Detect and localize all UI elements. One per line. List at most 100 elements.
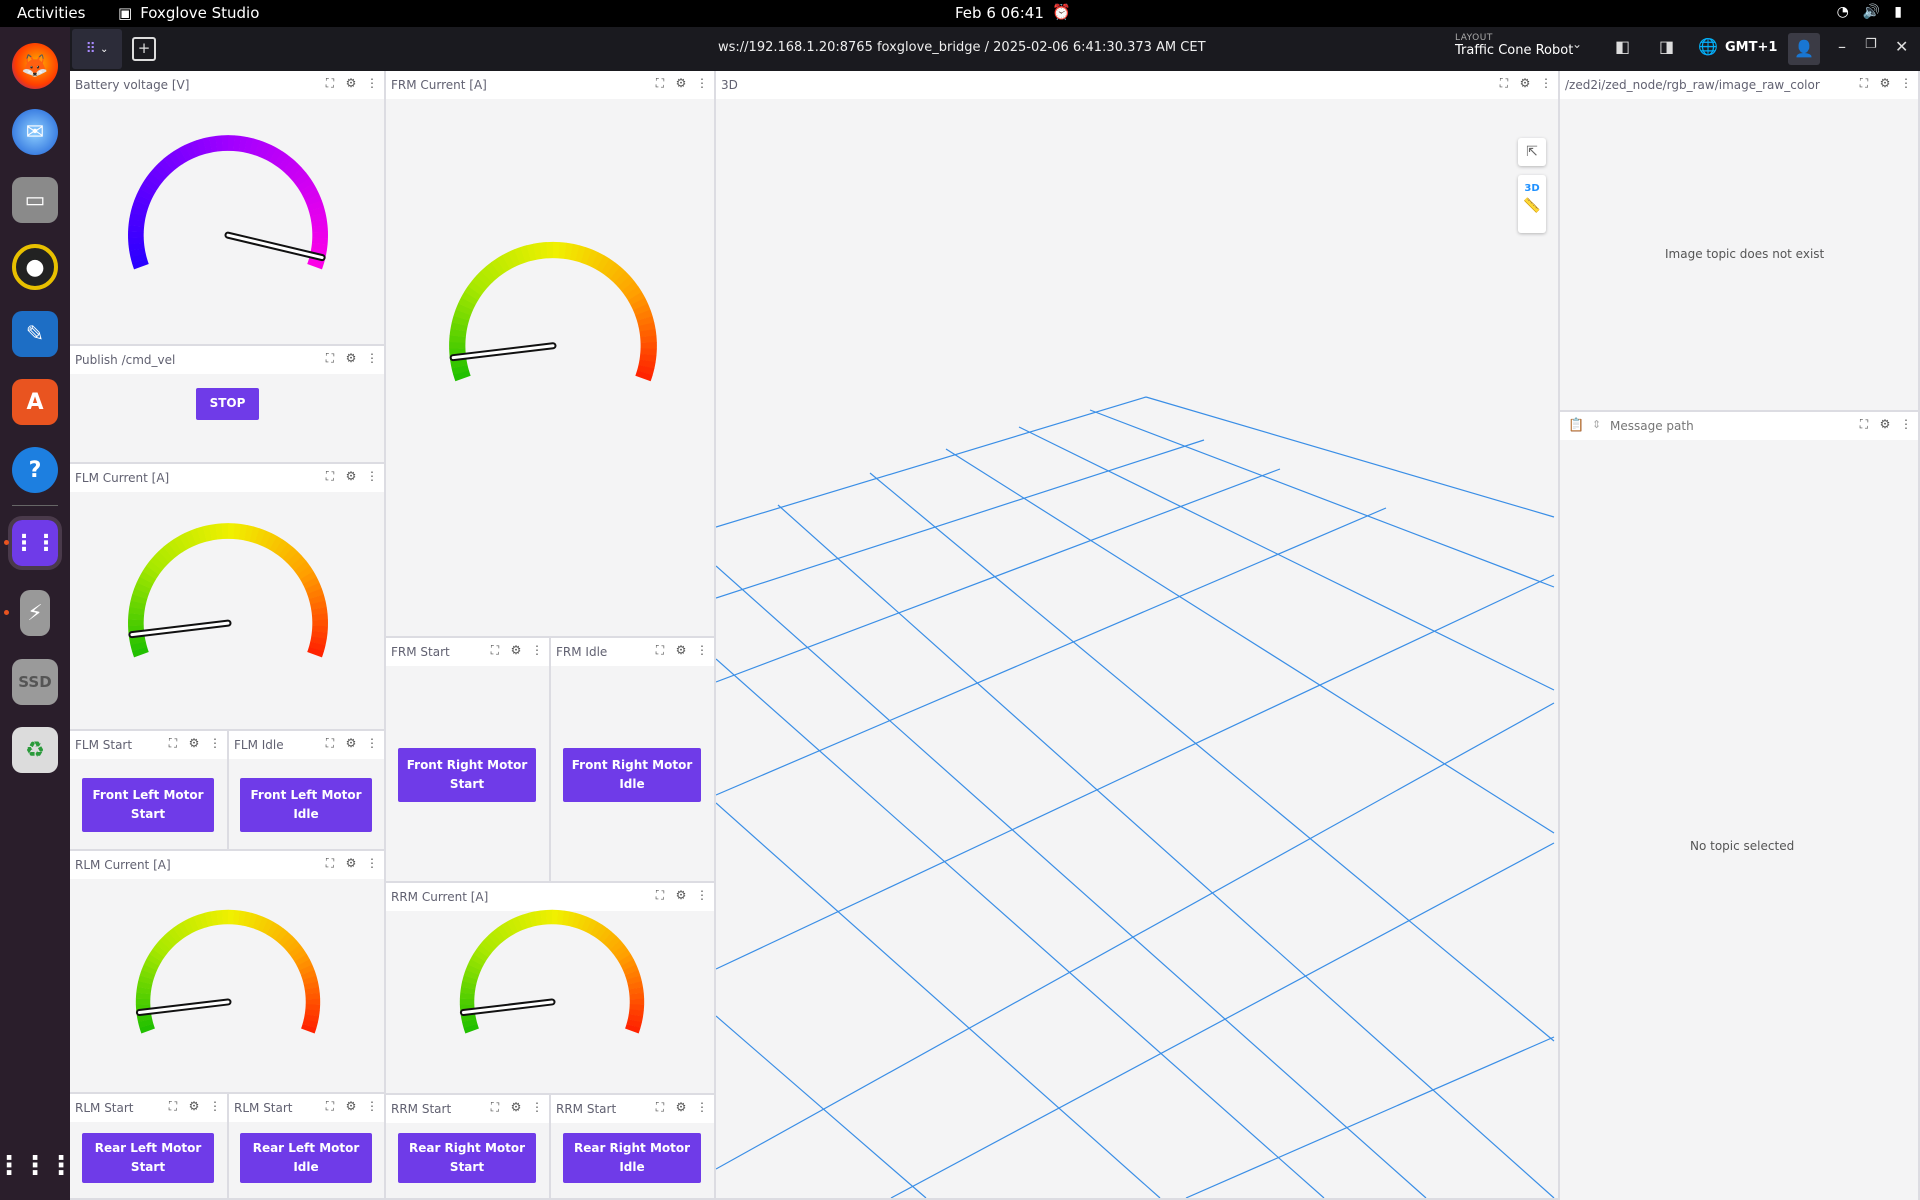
more-icon[interactable]: ⋮: [1900, 76, 1912, 91]
more-icon[interactable]: ⋮: [696, 1100, 708, 1115]
more-icon[interactable]: ⋮: [366, 351, 378, 366]
maximize-icon[interactable]: ❐: [1865, 37, 1877, 52]
gauge-arc-segment: [303, 1014, 320, 1023]
settings-icon[interactable]: ⚙: [1879, 76, 1891, 91]
settings-icon[interactable]: ⚙: [345, 351, 357, 366]
fullscreen-icon[interactable]: ⛶: [324, 76, 336, 91]
right-sidebar-toggle-icon[interactable]: ◨: [1659, 37, 1674, 56]
fullscreen-icon[interactable]: ⛶: [489, 1100, 501, 1115]
settings-icon[interactable]: ⚙: [345, 76, 357, 91]
fullscreen-icon[interactable]: ⛶: [1498, 76, 1510, 91]
more-icon[interactable]: ⋮: [531, 1100, 543, 1115]
settings-icon[interactable]: ⚙: [345, 469, 357, 484]
settings-icon[interactable]: ⚙: [510, 1100, 522, 1115]
settings-icon[interactable]: ⚙: [1519, 76, 1531, 91]
more-icon[interactable]: ⋮: [531, 643, 543, 658]
help-icon[interactable]: ?: [12, 447, 58, 493]
fullscreen-icon[interactable]: ⛶: [324, 469, 336, 484]
more-icon[interactable]: ⋮: [366, 76, 378, 91]
front-right-motor-start-button[interactable]: Front Right Motor Start: [398, 748, 536, 802]
more-icon[interactable]: ⋮: [209, 736, 221, 751]
more-icon[interactable]: ⋮: [366, 856, 378, 871]
timezone-globe-icon[interactable]: 🌐: [1698, 37, 1718, 56]
fullscreen-icon[interactable]: ⛶: [324, 351, 336, 366]
3d-viewport[interactable]: [716, 99, 1558, 1198]
panel-header: 📋 ⇕ ⛶ ⚙ ⋮: [1560, 412, 1918, 440]
app-menu-button[interactable]: ⠿ ⌄: [72, 29, 122, 69]
front-left-motor-idle-button[interactable]: Front Left Motor Idle: [240, 778, 372, 832]
fullscreen-icon[interactable]: ⛶: [654, 888, 666, 903]
settings-icon[interactable]: ⚙: [675, 643, 687, 658]
rear-left-motor-start-button[interactable]: Rear Left Motor Start: [82, 1133, 214, 1183]
fullscreen-icon[interactable]: ⛶: [654, 76, 666, 91]
sort-icon[interactable]: ⇕: [1592, 418, 1601, 431]
show-apps-icon[interactable]: ⋮⋮⋮: [0, 1143, 74, 1189]
fullscreen-icon[interactable]: ⛶: [324, 1099, 336, 1114]
libreoffice-writer-icon[interactable]: ✎: [12, 311, 58, 357]
message-path-input[interactable]: [1610, 416, 1810, 436]
fullscreen-icon[interactable]: ⛶: [324, 856, 336, 871]
add-panel-icon[interactable]: +: [132, 37, 156, 61]
more-icon[interactable]: ⋮: [696, 76, 708, 91]
chevron-down-icon[interactable]: ⌄: [1572, 37, 1582, 51]
rear-right-motor-start-button[interactable]: Rear Right Motor Start: [398, 1133, 536, 1183]
connection-status[interactable]: ws://192.168.1.20:8765 foxglove_bridge /…: [718, 40, 1206, 55]
clock[interactable]: Feb 6 06:41: [955, 4, 1044, 22]
app-center-icon[interactable]: A: [12, 379, 58, 425]
files-icon[interactable]: ▭: [12, 177, 58, 223]
settings-icon[interactable]: ⚙: [675, 76, 687, 91]
firefox-icon[interactable]: 🦊: [12, 43, 58, 89]
left-sidebar-toggle-icon[interactable]: ◧: [1615, 37, 1630, 56]
fullscreen-icon[interactable]: ⛶: [167, 736, 179, 751]
settings-icon[interactable]: ⚙: [510, 643, 522, 658]
thunderbird-icon[interactable]: ✉: [12, 109, 58, 155]
fullscreen-icon[interactable]: ⛶: [1858, 417, 1870, 432]
fullscreen-icon[interactable]: ⛶: [1858, 76, 1870, 91]
more-icon[interactable]: ⋮: [1540, 76, 1552, 91]
active-app-menu[interactable]: ▣ Foxglove Studio: [118, 4, 259, 22]
stop-button[interactable]: STOP: [196, 388, 259, 420]
more-icon[interactable]: ⋮: [696, 643, 708, 658]
user-avatar[interactable]: 👤: [1788, 33, 1820, 65]
settings-icon[interactable]: ⚙: [675, 1100, 687, 1115]
more-icon[interactable]: ⋮: [696, 888, 708, 903]
gauge-arc-segment: [129, 248, 146, 258]
settings-icon[interactable]: ⚙: [345, 736, 357, 751]
settings-icon[interactable]: ⚙: [345, 856, 357, 871]
settings-icon[interactable]: ⚙: [1879, 417, 1891, 432]
front-right-motor-idle-button[interactable]: Front Right Motor Idle: [563, 748, 701, 802]
usb-drive-icon[interactable]: ⚡: [20, 590, 50, 636]
ssd-drive-icon[interactable]: SSD: [12, 659, 58, 705]
more-icon[interactable]: ⋮: [366, 736, 378, 751]
fullscreen-icon[interactable]: ⛶: [324, 736, 336, 751]
settings-icon[interactable]: ⚙: [188, 736, 200, 751]
settings-icon[interactable]: ⚙: [188, 1099, 200, 1114]
settings-icon[interactable]: ⚙: [345, 1099, 357, 1114]
more-icon[interactable]: ⋮: [366, 469, 378, 484]
fullscreen-icon[interactable]: ⛶: [654, 643, 666, 658]
measure-ruler-icon[interactable]: 📏: [1518, 194, 1546, 214]
rear-left-motor-idle-button[interactable]: Rear Left Motor Idle: [240, 1133, 372, 1183]
activities-button[interactable]: Activities: [17, 4, 85, 22]
settings-icon[interactable]: ⚙: [675, 888, 687, 903]
rear-right-motor-idle-button[interactable]: Rear Right Motor Idle: [563, 1133, 701, 1183]
front-left-motor-start-button[interactable]: Front Left Motor Start: [82, 778, 214, 832]
more-icon[interactable]: ⋮: [366, 1099, 378, 1114]
close-icon[interactable]: ✕: [1895, 37, 1908, 56]
more-icon[interactable]: ⋮: [209, 1099, 221, 1114]
fullscreen-icon[interactable]: ⛶: [654, 1100, 666, 1115]
trash-icon[interactable]: ♻: [12, 727, 58, 773]
more-icon[interactable]: ⋮: [1900, 417, 1912, 432]
gauge-arc-segment: [274, 928, 288, 943]
fullscreen-icon[interactable]: ⛶: [167, 1099, 179, 1114]
rhythmbox-icon[interactable]: ●: [12, 244, 58, 290]
minimize-icon[interactable]: –: [1838, 37, 1846, 56]
timezone-label[interactable]: GMT+1: [1725, 40, 1777, 55]
3d-mode-toggle[interactable]: 3D: [1518, 175, 1546, 194]
copy-icon[interactable]: 📋: [1568, 418, 1584, 433]
fullscreen-icon[interactable]: ⛶: [489, 643, 501, 658]
system-tray[interactable]: ◔ 🔊 ▮: [1837, 4, 1902, 20]
foxglove-icon[interactable]: ⋮⋮: [8, 516, 62, 570]
layout-selector[interactable]: LAYOUT Traffic Cone Robot: [1455, 33, 1573, 58]
select-tool-icon[interactable]: ⇱: [1518, 138, 1546, 166]
